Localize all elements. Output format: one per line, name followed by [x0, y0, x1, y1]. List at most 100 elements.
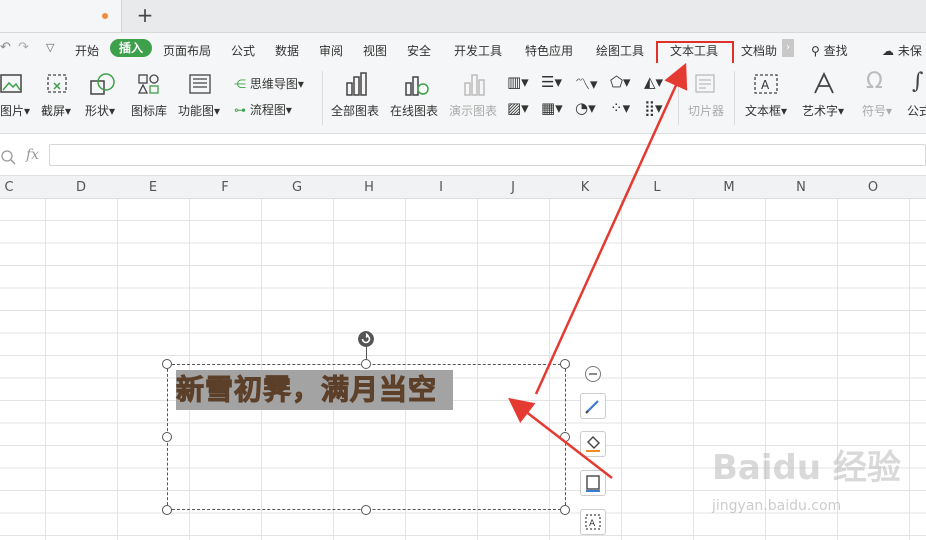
wordart-text[interactable]: 新雪初霁，满月当空	[175, 370, 454, 410]
icon-library-button[interactable]: 图标库	[131, 102, 167, 119]
collapse-toolbar-button[interactable]	[585, 366, 601, 382]
save-status[interactable]: ☁ 未保	[882, 42, 922, 59]
column-header-n[interactable]: N	[765, 180, 837, 195]
column-header-e[interactable]: E	[117, 180, 189, 195]
fx-label[interactable]: fx	[26, 147, 39, 163]
formula-button[interactable]: 公式	[907, 102, 926, 119]
menu-insert[interactable]: 插入	[110, 39, 152, 57]
line-chart-icon[interactable]: 〽▾	[575, 73, 598, 94]
bar-chart-icon[interactable]: ☰▾	[541, 73, 562, 91]
outline-button[interactable]	[580, 470, 606, 496]
fill-button[interactable]	[580, 431, 606, 457]
search-button[interactable]: ⚲ 查找	[811, 42, 848, 59]
all-charts-icon[interactable]	[344, 71, 370, 97]
menu-page-layout[interactable]: 页面布局	[163, 42, 211, 59]
column-chart-icon[interactable]: ▥▾	[507, 73, 529, 91]
undo-icon[interactable]: ↶	[0, 40, 11, 55]
flowchart-icon: ⊶	[234, 103, 246, 117]
demo-charts-icon	[464, 74, 485, 96]
brush-icon	[585, 400, 599, 414]
minus-icon	[589, 373, 597, 375]
symbol-icon[interactable]: Ω	[866, 69, 883, 94]
column-header-c[interactable]: C	[0, 180, 45, 195]
baidu-watermark-url: jingyan.baidu.com	[712, 498, 842, 514]
redo-icon[interactable]: ↷	[18, 40, 29, 55]
resize-handle-top-left[interactable]	[162, 359, 172, 369]
svg-text:A: A	[761, 78, 770, 92]
resize-handle-top[interactable]	[361, 359, 371, 369]
quick-access-dropdown-icon[interactable]: ▽	[46, 41, 54, 54]
column-header-k[interactable]: K	[549, 180, 621, 195]
function-chart-button[interactable]: 功能图▾	[178, 102, 220, 119]
resize-handle-bottom-left[interactable]	[162, 505, 172, 515]
picture-icon[interactable]	[0, 73, 24, 95]
formula-input[interactable]	[49, 144, 926, 166]
resize-handle-top-right[interactable]	[560, 359, 570, 369]
column-header: C D E F G H I J K L M N O	[0, 175, 926, 199]
wordart-button[interactable]: 艺术字▾	[802, 102, 844, 119]
all-charts-button[interactable]: 全部图表	[331, 102, 379, 119]
shape-button[interactable]: 形状▾	[85, 102, 115, 119]
more-chart-icon[interactable]: ⣿▾	[644, 99, 663, 117]
new-tab-button[interactable]: +	[134, 3, 156, 27]
column-header-f[interactable]: F	[189, 180, 261, 195]
pie-chart-icon[interactable]: ◔▾	[575, 99, 596, 117]
style-button[interactable]	[580, 393, 606, 419]
text-wrap-button[interactable]: A	[580, 509, 606, 535]
menu-bar: ↶ ↷ ▽ 开始 插入 页面布局 公式 数据 审阅 视图 安全 开发工具 特色应…	[0, 33, 926, 63]
shape-icon[interactable]	[90, 73, 116, 95]
online-charts-icon[interactable]	[403, 71, 429, 97]
mindmap-icon: ⋲	[234, 77, 246, 91]
menu-home[interactable]: 开始	[75, 42, 99, 59]
menu-scroll-right-button[interactable]: ›	[782, 39, 794, 57]
text-wrap-icon: A	[585, 514, 601, 530]
wordart-icon[interactable]	[812, 71, 836, 97]
column-header-d[interactable]: D	[45, 180, 117, 195]
column-header-j[interactable]: J	[477, 180, 549, 195]
ribbon-separator	[734, 71, 735, 125]
column-header-o[interactable]: O	[837, 180, 909, 195]
formula-icon[interactable]: ∫	[912, 69, 923, 94]
column-header-m[interactable]: M	[693, 180, 765, 195]
menu-special[interactable]: 特色应用	[525, 42, 573, 59]
screenshot-icon[interactable]	[46, 73, 70, 95]
picture-button[interactable]: 图片▾	[0, 102, 30, 119]
svg-text:A: A	[589, 519, 596, 529]
resize-handle-bottom[interactable]	[361, 505, 371, 515]
resize-handle-right[interactable]	[560, 432, 570, 442]
flowchart-button[interactable]: ⊶ 流程图▾	[234, 101, 292, 118]
column-header-i[interactable]: I	[405, 180, 477, 195]
menu-view[interactable]: 视图	[363, 42, 387, 59]
textbox-button[interactable]: 文本框▾	[745, 102, 787, 119]
ribbon-separator	[322, 71, 323, 125]
resize-handle-left[interactable]	[162, 432, 172, 442]
radar-chart-icon[interactable]: ⬠▾	[610, 73, 631, 91]
baidu-watermark: Baidu 经验	[712, 448, 901, 488]
scatter-chart-icon[interactable]: ⁘▾	[610, 99, 630, 117]
menu-review[interactable]: 审阅	[319, 42, 343, 59]
online-charts-button[interactable]: 在线图表	[390, 102, 438, 119]
menu-drawing-tools[interactable]: 绘图工具	[596, 42, 644, 59]
column-header-l[interactable]: L	[621, 180, 693, 195]
menu-formula[interactable]: 公式	[231, 42, 255, 59]
menu-developer[interactable]: 开发工具	[454, 42, 502, 59]
cloud-icon: ☁	[882, 44, 894, 58]
menu-doc-assistant[interactable]: 文档助	[741, 42, 777, 59]
stock-chart-icon[interactable]: ▨▾	[507, 99, 529, 117]
rotate-handle-icon[interactable]	[358, 331, 374, 347]
resize-handle-bottom-right[interactable]	[560, 505, 570, 515]
column-header-g[interactable]: G	[261, 180, 333, 195]
menu-data[interactable]: 数据	[275, 42, 299, 59]
textbox-icon[interactable]: A	[754, 73, 778, 95]
combo-chart-icon[interactable]: ▦▾	[541, 99, 563, 117]
demo-charts-button: 演示图表	[449, 104, 498, 118]
screenshot-button[interactable]: 截屏▾	[41, 102, 71, 119]
area-chart-icon[interactable]: ◭▾	[644, 73, 663, 91]
column-header-h[interactable]: H	[333, 180, 405, 195]
icon-library-icon[interactable]	[137, 73, 161, 95]
mindmap-button[interactable]: ⋲ 思维导图▾	[234, 75, 304, 92]
symbol-button[interactable]: 符号▾	[862, 102, 892, 119]
zoom-icon[interactable]	[0, 149, 18, 165]
menu-security[interactable]: 安全	[407, 42, 431, 59]
function-chart-icon[interactable]	[188, 73, 212, 95]
